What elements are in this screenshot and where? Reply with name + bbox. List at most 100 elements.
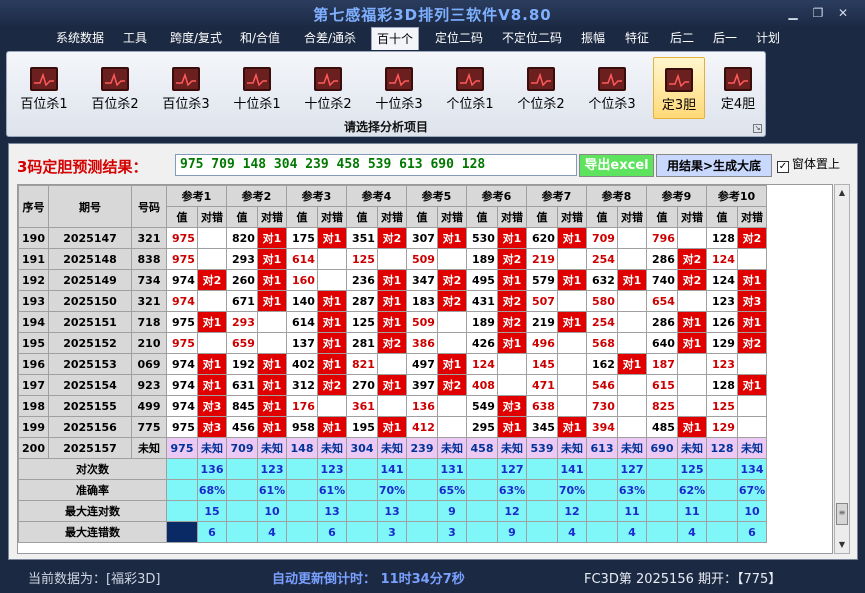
stats-empty-cell	[526, 458, 558, 480]
table-row[interactable]: 194 2025151 718 975 对1 293 614 对1 125 对1 509 189 对2 2…	[18, 311, 767, 333]
menu-item-4[interactable]: 合差/通杀	[296, 29, 364, 49]
ref-hit-cell: 对1	[677, 332, 707, 354]
menu-item-6[interactable]: 定位二码	[428, 29, 490, 49]
chart-icon	[243, 67, 271, 91]
stats-value-cell: 141	[377, 458, 407, 480]
prediction-result-field[interactable]: 975 709 148 304 239 458 539 613 690 128	[175, 154, 577, 176]
generate-base-button[interactable]: 用结果>生成大底	[656, 154, 772, 177]
ref-hit-cell: 对2	[677, 248, 707, 270]
update-countdown: 自动更新倒计时： 11时34分7秒	[272, 572, 465, 587]
scroll-thumb[interactable]: ≡	[836, 503, 848, 525]
table-row[interactable]: 192 2025149 734 974 对2 260 对1 160 236 对1 347 对2 495 对…	[18, 269, 767, 291]
stats-empty-cell	[526, 479, 558, 501]
seq-cell: 192	[18, 269, 49, 291]
ref-hit-cell: 对2	[677, 269, 707, 291]
table-row[interactable]: 199 2025156 775 975 对3 456 对1 958 对1 195 对1 412 295 对…	[18, 416, 767, 438]
menu-item-12[interactable]: 计划	[752, 29, 784, 49]
menu-item-1[interactable]: 工具	[117, 29, 153, 49]
scroll-down-icon[interactable]: ▼	[836, 538, 848, 552]
minimize-icon[interactable]: ▁	[783, 5, 803, 21]
menu-item-2[interactable]: 跨度/复式	[162, 29, 230, 49]
ref-value-cell: 568	[586, 332, 618, 354]
ribbon-tool-5[interactable]: 十位杀3	[373, 57, 425, 119]
table-row[interactable]: 195 2025152 210 975 659 137 对1 281 对2 386 426 对1 496…	[18, 332, 767, 354]
table-row[interactable]: 197 2025154 923 974 对1 631 对1 312 对2 270 对1 397 对2 40…	[18, 374, 767, 396]
menu-item-3[interactable]: 和/合值	[234, 29, 286, 49]
export-excel-button[interactable]: 导出excel	[579, 154, 654, 177]
restore-icon[interactable]: ❐	[808, 5, 828, 21]
ref-value-cell: 654	[646, 290, 678, 312]
stats-empty-cell	[586, 521, 618, 543]
vertical-scrollbar[interactable]: ▲ ≡ ▼	[834, 184, 850, 554]
ref-hit-cell: 未知	[497, 437, 527, 459]
menu-item-11[interactable]: 后一	[707, 29, 743, 49]
ref-value-cell: 175	[286, 227, 318, 249]
ref-value-cell: 974	[166, 353, 198, 375]
topmost-checkbox[interactable]: ✓ 窗体置上	[777, 155, 840, 173]
ref-value-cell: 820	[226, 227, 258, 249]
ribbon-tool-8[interactable]: 个位杀3	[586, 57, 638, 119]
menu-item-9[interactable]: 特征	[619, 29, 655, 49]
number-cell: 775	[131, 416, 167, 438]
table-row[interactable]: 198 2025155 499 974 对3 845 对1 176 361 136 549 对3 638…	[18, 395, 767, 417]
ref-value-cell: 260	[226, 269, 258, 291]
stats-empty-cell	[286, 479, 318, 501]
ribbon-tool-4[interactable]: 十位杀2	[302, 57, 354, 119]
ref-hit-cell	[617, 248, 647, 270]
ref-value-cell: 136	[406, 395, 438, 417]
scroll-up-icon[interactable]: ▲	[836, 186, 848, 200]
ribbon-tool-7[interactable]: 个位杀2	[515, 57, 567, 119]
menu-item-7[interactable]: 不定位二码	[496, 29, 568, 49]
ref-value-cell: 347	[406, 269, 438, 291]
ref-value-cell: 128	[706, 227, 738, 249]
stats-empty-cell	[406, 500, 438, 522]
ribbon-tool-2[interactable]: 百位杀3	[160, 57, 212, 119]
ref-value-cell: 124	[706, 248, 738, 270]
ref-value-cell: 386	[406, 332, 438, 354]
close-icon[interactable]: ✕	[833, 5, 853, 21]
stats-empty-cell	[706, 500, 738, 522]
ref-hit-cell: 未知	[257, 437, 287, 459]
value-header: 值	[466, 206, 498, 228]
table-row[interactable]: 190 2025147 321 975 820 对1 175 对1 351 对2 307 对1 530 对…	[18, 227, 767, 249]
ref-hit-cell: 对1	[557, 269, 587, 291]
ref-hit-cell	[677, 374, 707, 396]
ribbon-tool-1[interactable]: 百位杀2	[89, 57, 141, 119]
ribbon-tool-10[interactable]: 定4胆	[712, 57, 764, 119]
ref-hit-cell	[617, 374, 647, 396]
stats-empty-cell	[526, 521, 558, 543]
stats-empty-cell	[286, 521, 318, 543]
ref-hit-cell: 对2	[377, 227, 407, 249]
menu-item-0[interactable]: 系统数据	[50, 29, 110, 49]
ribbon-tool-0[interactable]: 百位杀1	[18, 57, 70, 119]
ref-value-cell: 974	[166, 395, 198, 417]
table-row[interactable]: 191 2025148 838 975 293 对1 614 125 509 189 对2 219 25…	[18, 248, 767, 270]
stats-empty-cell	[166, 458, 198, 480]
ref-hit-cell: 对1	[377, 416, 407, 438]
stats-value-cell: 6	[197, 521, 227, 543]
ref-hit-cell: 对2	[437, 269, 467, 291]
ref-value-cell: 485	[646, 416, 678, 438]
menu-item-10[interactable]: 后二	[664, 29, 700, 49]
ribbon-tool-3[interactable]: 十位杀1	[231, 57, 283, 119]
number-cell: 321	[131, 227, 167, 249]
ref-value-cell: 690	[646, 437, 678, 459]
number-cell: 923	[131, 374, 167, 396]
table-row[interactable]: 196 2025153 069 974 对1 192 对1 402 对1 821 497 对1 124 1…	[18, 353, 767, 375]
table-row[interactable]: 193 2025150 321 974 671 对1 140 对1 287 对1 183 对2 431 对…	[18, 290, 767, 312]
ref-hit-cell	[737, 353, 767, 375]
ref-hit-cell: 未知	[197, 437, 227, 459]
ref-value-cell: 631	[226, 374, 258, 396]
ribbon-tool-9[interactable]: 定3胆	[653, 57, 705, 119]
ref-header: 参考10	[706, 185, 767, 207]
table-row[interactable]: 200 2025157 未知 975 未知 709 未知 148 未知 304 未知 239 未知 458…	[18, 437, 767, 459]
stats-empty-cell	[706, 521, 738, 543]
value-header: 值	[406, 206, 438, 228]
menu-item-8[interactable]: 振幅	[576, 29, 610, 49]
menu-item-5[interactable]: 百十个	[371, 27, 419, 50]
check-icon[interactable]: ✓	[777, 161, 789, 173]
stats-empty-cell	[346, 479, 378, 501]
ref-hit-cell: 对1	[317, 332, 347, 354]
ribbon-expand-icon[interactable]: ↘	[753, 124, 762, 133]
ribbon-tool-6[interactable]: 个位杀1	[444, 57, 496, 119]
